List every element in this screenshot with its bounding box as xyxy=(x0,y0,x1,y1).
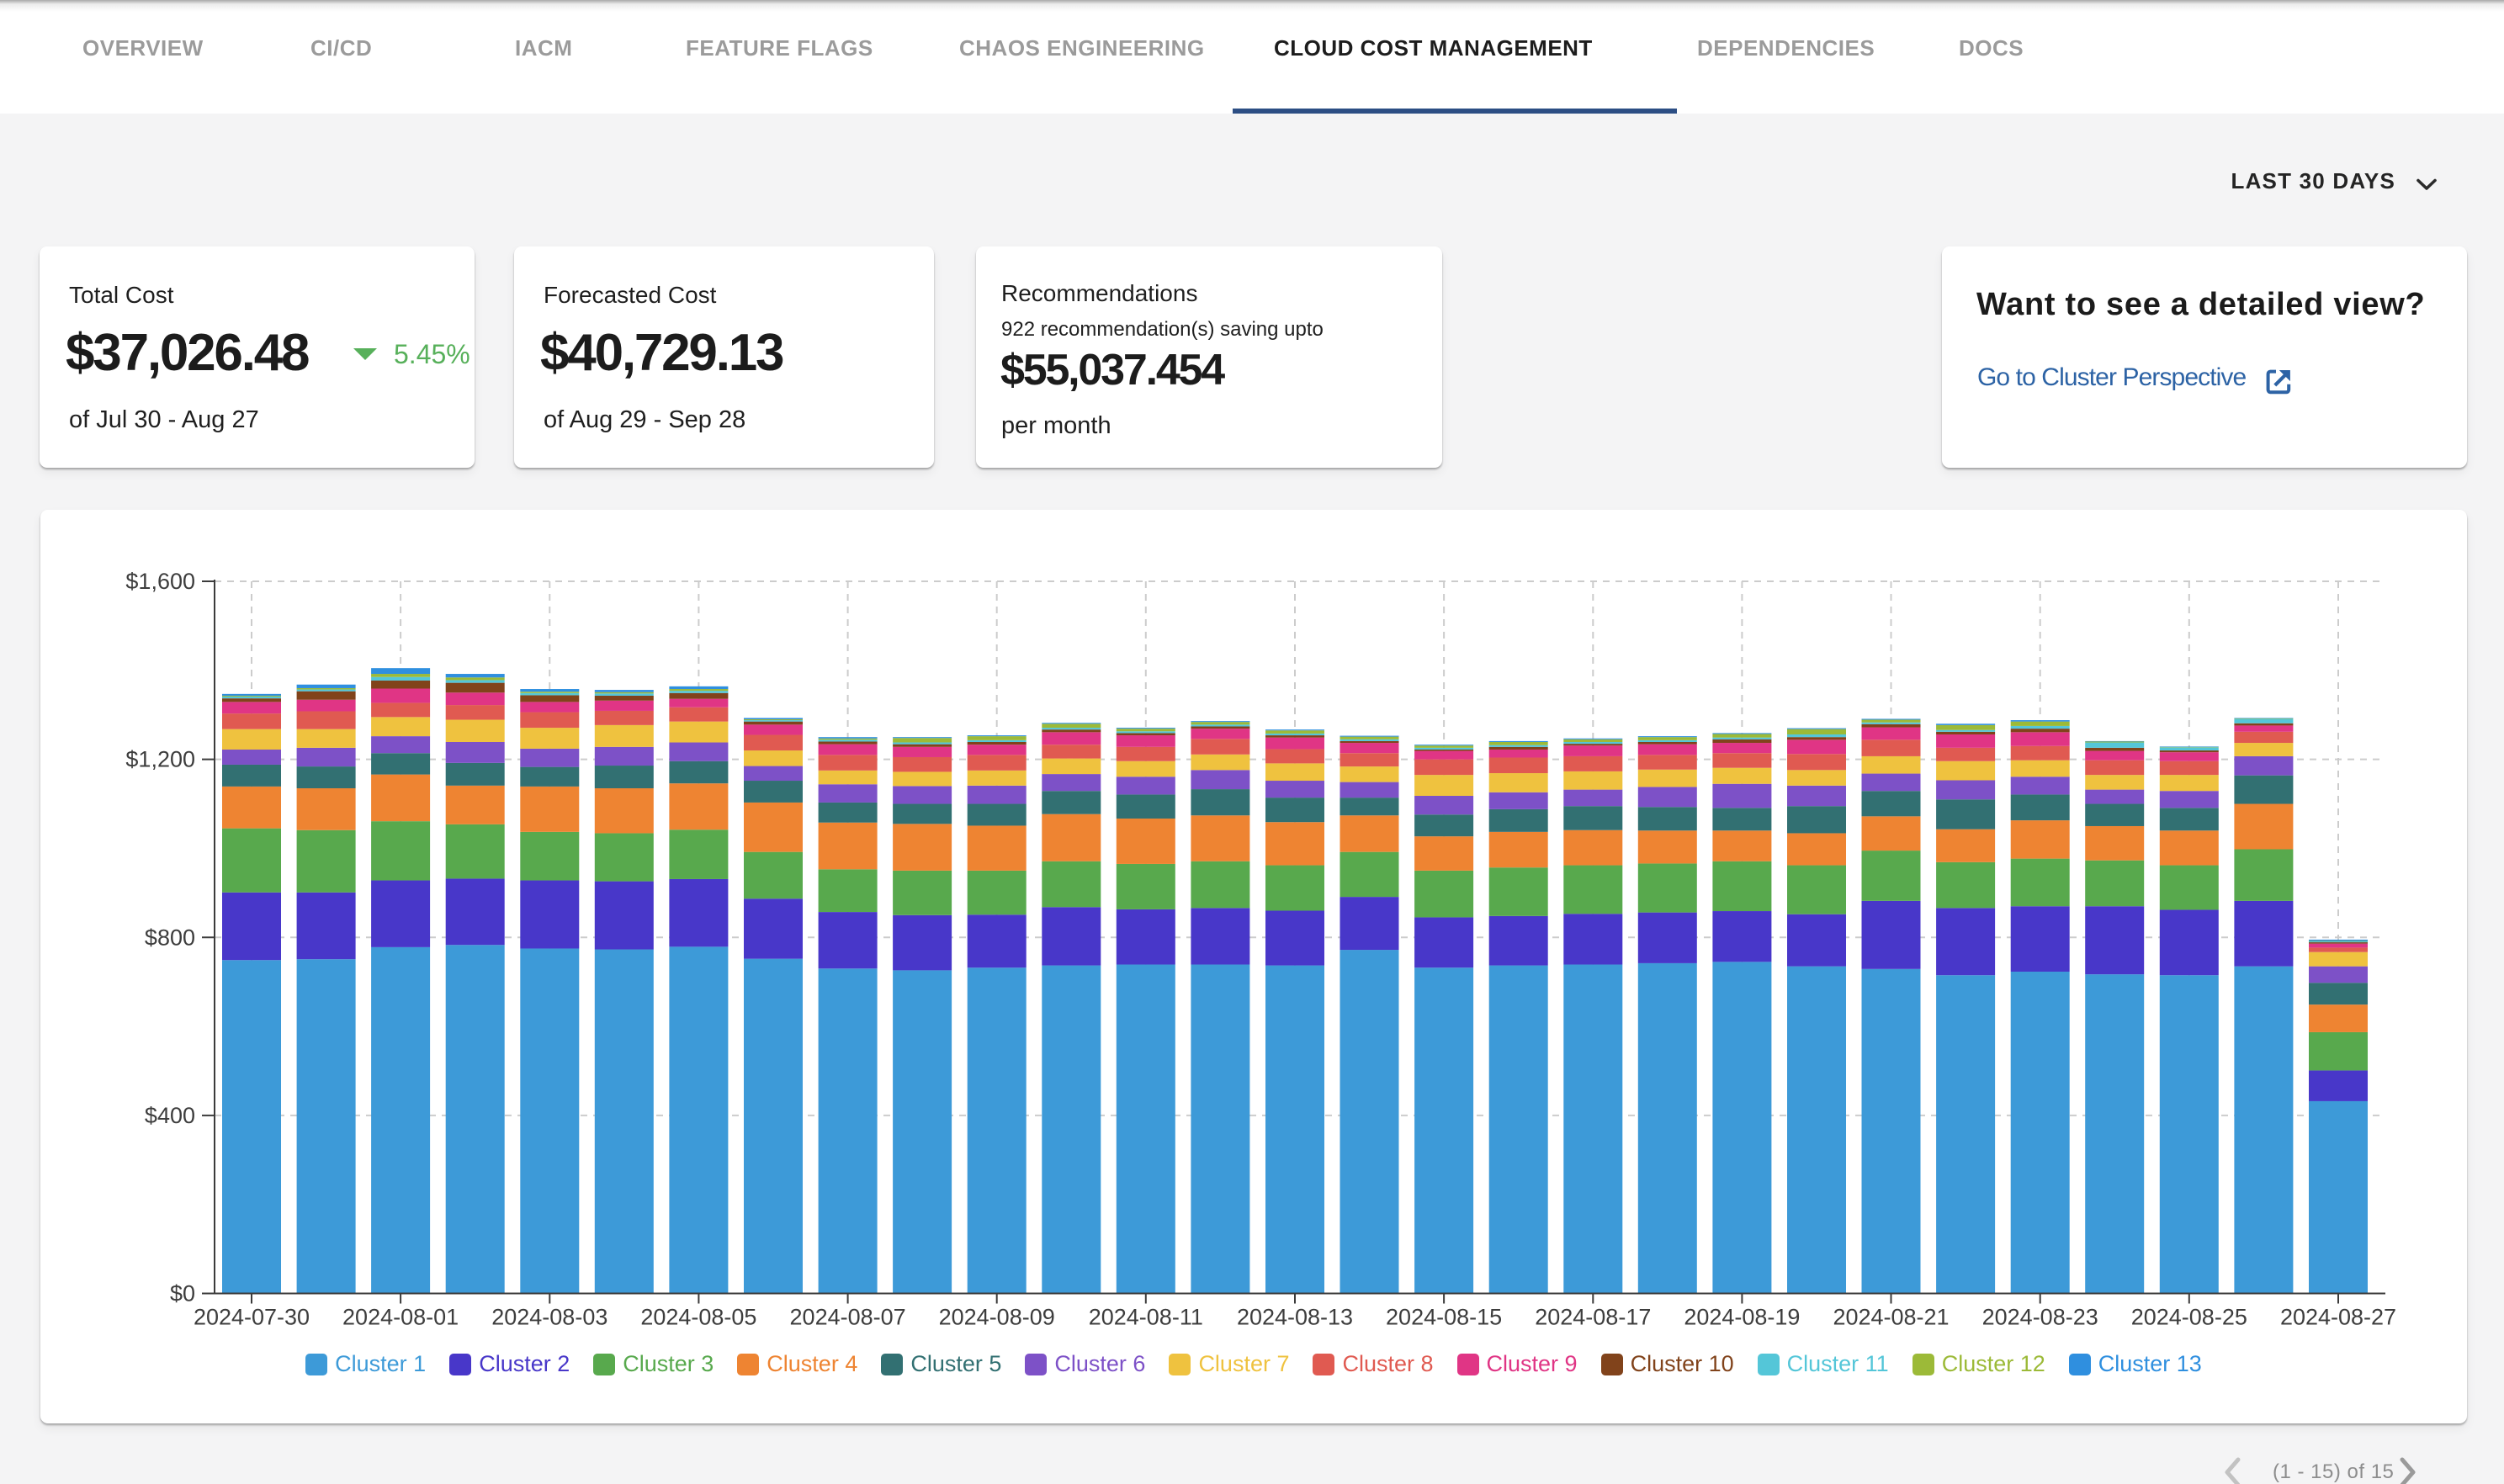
svg-text:2024-08-19: 2024-08-19 xyxy=(1684,1305,1800,1330)
svg-text:2024-08-07: 2024-08-07 xyxy=(790,1305,906,1330)
svg-text:$400: $400 xyxy=(145,1103,195,1128)
svg-text:2024-08-05: 2024-08-05 xyxy=(640,1305,756,1330)
svg-text:2024-08-03: 2024-08-03 xyxy=(491,1305,607,1330)
svg-text:$0: $0 xyxy=(170,1281,195,1306)
svg-text:2024-08-27: 2024-08-27 xyxy=(2280,1305,2396,1330)
svg-text:2024-08-25: 2024-08-25 xyxy=(2131,1305,2247,1330)
svg-text:2024-08-11: 2024-08-11 xyxy=(1089,1305,1203,1330)
svg-text:2024-08-23: 2024-08-23 xyxy=(1982,1305,2098,1330)
svg-text:2024-07-30: 2024-07-30 xyxy=(194,1305,310,1330)
svg-text:2024-08-09: 2024-08-09 xyxy=(939,1305,1055,1330)
svg-text:$1,600: $1,600 xyxy=(125,569,195,594)
svg-text:2024-08-21: 2024-08-21 xyxy=(1833,1305,1949,1330)
svg-text:$1,200: $1,200 xyxy=(125,747,195,772)
svg-text:$800: $800 xyxy=(145,925,195,950)
svg-text:2024-08-13: 2024-08-13 xyxy=(1237,1305,1353,1330)
svg-text:2024-08-17: 2024-08-17 xyxy=(1535,1305,1651,1330)
svg-text:2024-08-01: 2024-08-01 xyxy=(342,1305,459,1330)
svg-text:2024-08-15: 2024-08-15 xyxy=(1386,1305,1502,1330)
